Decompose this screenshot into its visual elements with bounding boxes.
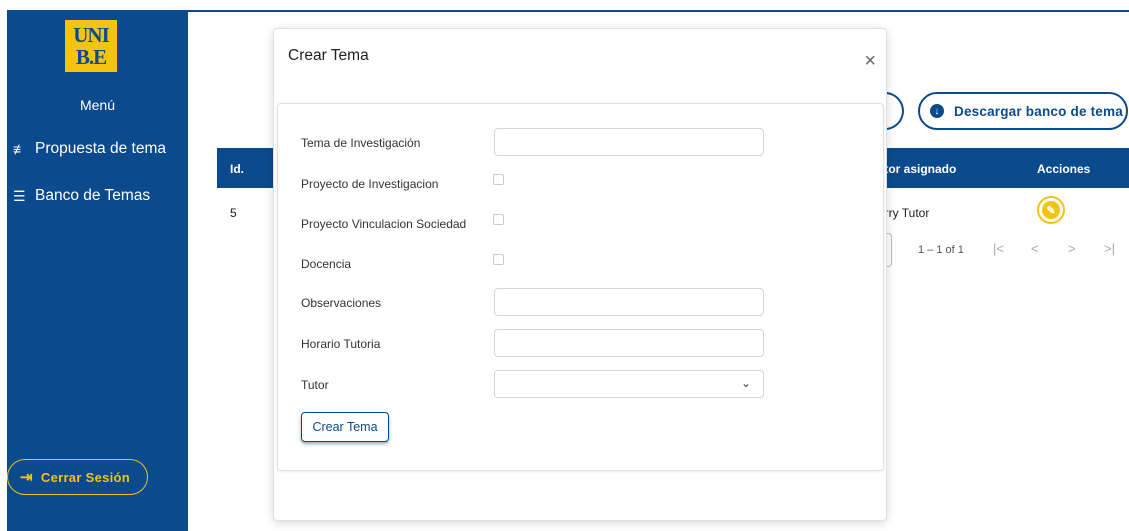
- list-icon: ☰: [13, 187, 26, 204]
- logout-icon: ⇥: [20, 469, 33, 486]
- observaciones-label: Observaciones: [301, 296, 382, 310]
- tutor-label: Tutor: [301, 378, 329, 392]
- download-icon: ↓: [930, 104, 944, 118]
- horario-label: Horario Tutoria: [301, 337, 381, 351]
- playlist-add-icon: ≢: [13, 141, 27, 157]
- crear-tema-form: Tema de Investigación Proyecto de Invest…: [277, 103, 884, 471]
- horario-input[interactable]: [494, 329, 764, 357]
- crear-tema-button[interactable]: Crear Tema: [301, 412, 389, 442]
- first-page-icon[interactable]: |<: [993, 241, 1004, 256]
- crear-tema-dialog: Crear Tema × Tema de Investigación Proye…: [273, 28, 887, 521]
- logo-line1: UNI: [73, 23, 110, 47]
- proyecto-investigacion-checkbox[interactable]: [493, 174, 504, 185]
- sidebar: UNI B.E Menú ≢ Propuesta de tema ☰ Banco…: [7, 10, 188, 531]
- sidebar-item-label: Banco de Temas: [35, 187, 151, 204]
- observaciones-input[interactable]: [494, 288, 764, 316]
- next-page-icon[interactable]: >: [1068, 241, 1076, 256]
- logout-button[interactable]: ⇥ Cerrar Sesión: [7, 459, 148, 495]
- university-logo[interactable]: UNI B.E: [65, 20, 117, 72]
- proyecto-vinculacion-label: Proyecto Vinculacion Sociedad: [301, 217, 467, 231]
- pagination-range: 1 – 1 of 1: [918, 244, 964, 256]
- download-label: Descargar banco de tema: [954, 103, 1123, 119]
- sidebar-item-banco-temas[interactable]: ☰ Banco de Temas: [13, 187, 150, 205]
- close-icon[interactable]: ×: [864, 51, 876, 71]
- menu-title: Menú: [79, 97, 116, 113]
- docencia-checkbox[interactable]: [493, 254, 504, 265]
- dialog-title: Crear Tema: [288, 47, 369, 64]
- proyecto-investigacion-label: Proyecto de Investigacion: [301, 177, 439, 191]
- column-header-actions: Acciones: [1037, 162, 1091, 176]
- pencil-icon: ✎: [1042, 201, 1060, 219]
- sidebar-item-label: Propuesta de tema: [35, 140, 166, 157]
- tema-label: Tema de Investigación: [301, 136, 421, 150]
- sidebar-item-propuesta-tema[interactable]: ≢ Propuesta de tema: [13, 140, 166, 158]
- logo-line2: B.E: [75, 45, 107, 69]
- edit-button[interactable]: ✎: [1037, 196, 1065, 224]
- last-page-icon[interactable]: >|: [1104, 241, 1115, 256]
- docencia-label: Docencia: [301, 257, 352, 271]
- proyecto-vinculacion-checkbox[interactable]: [493, 214, 504, 225]
- column-header-tutor[interactable]: utor asignado: [877, 162, 956, 176]
- logout-label: Cerrar Sesión: [40, 469, 131, 485]
- tema-input[interactable]: [494, 128, 764, 156]
- chevron-down-icon: ⌄: [740, 376, 751, 390]
- header-line: [188, 10, 1129, 12]
- column-header-id[interactable]: Id.: [230, 162, 244, 176]
- download-bank-button[interactable]: ↓ Descargar banco de tema: [918, 92, 1128, 130]
- cell-id: 5: [230, 206, 237, 220]
- tutor-select[interactable]: ⌄: [494, 370, 764, 398]
- prev-page-icon[interactable]: <: [1031, 241, 1039, 256]
